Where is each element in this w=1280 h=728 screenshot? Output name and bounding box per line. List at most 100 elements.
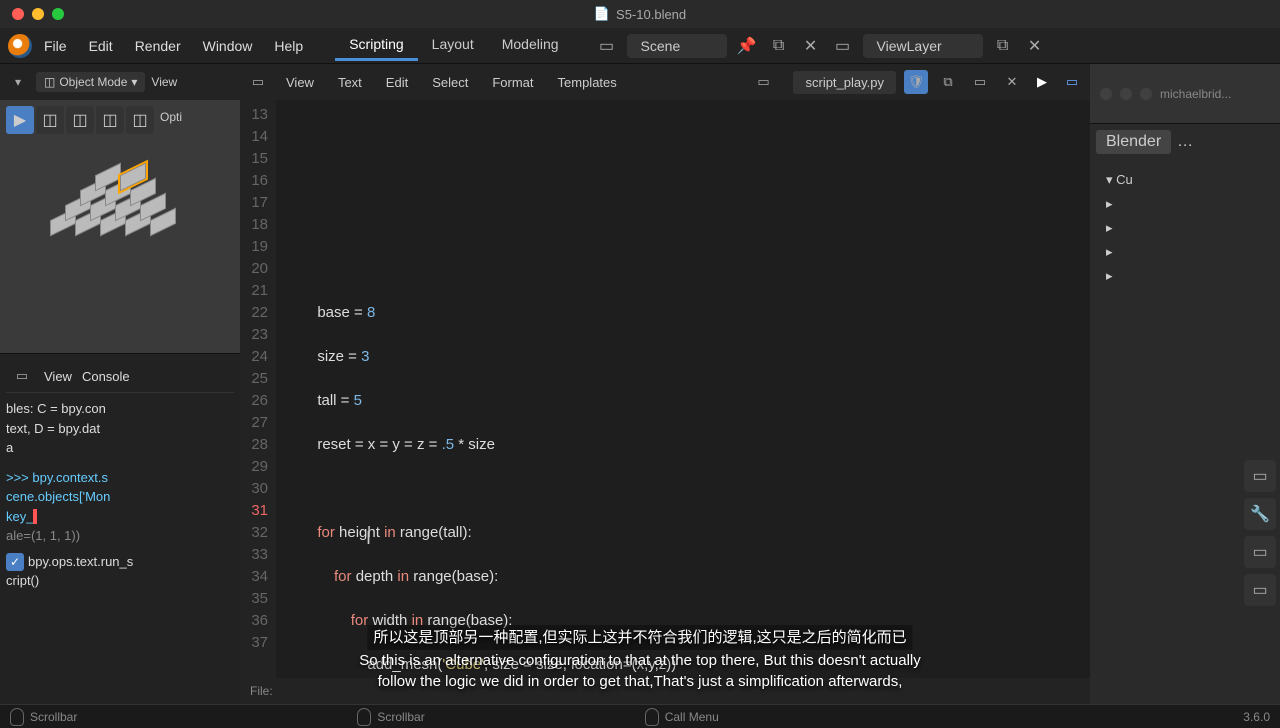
text-editor-type-icon[interactable]: ▭ [246, 70, 270, 94]
console-console-menu[interactable]: Console [82, 369, 130, 384]
status-scrollbar: Scrollbar [30, 710, 77, 724]
script-name-field[interactable]: script_play.py [793, 71, 896, 94]
scene-name-field[interactable]: Scene [627, 34, 727, 58]
subtitle-chinese: 所以这是顶部另一种配置,但实际上这并不符合我们的逻辑,这只是之后的简化而已 [367, 625, 912, 650]
console-output: cript() [6, 571, 234, 591]
chevron-down-icon: ▾ [131, 75, 137, 89]
object-icon: ◫ [44, 75, 55, 89]
console-output: ale=(1, 1, 1)) [6, 526, 234, 546]
menu-help[interactable]: Help [264, 32, 313, 60]
shield-icon[interactable]: 🛡 [904, 70, 928, 94]
maximize-window-button[interactable] [52, 8, 64, 20]
outliner-item[interactable]: ▾ Cu [1098, 168, 1272, 192]
mouse-icon [10, 708, 24, 726]
editor-edit-menu[interactable]: Edit [378, 71, 416, 94]
editor-view-menu[interactable]: View [278, 71, 322, 94]
editor-templates-menu[interactable]: Templates [550, 71, 625, 94]
console-view-menu[interactable]: View [44, 369, 72, 384]
console-output: a [6, 438, 234, 458]
main-menubar: File Edit Render Window Help Scripting L… [0, 28, 1280, 64]
bg-close-icon [1100, 88, 1112, 100]
menu-window[interactable]: Window [193, 32, 263, 60]
browse-text-icon[interactable]: ▭ [751, 70, 775, 94]
scale-tool[interactable]: ◫ [126, 106, 154, 134]
app-tag[interactable]: Blender [1096, 130, 1171, 154]
more-icon[interactable]: … [1177, 133, 1193, 151]
text-cursor: I [366, 527, 368, 563]
copy-viewlayer-icon[interactable]: ⧉ [991, 34, 1015, 58]
rotate-tool[interactable]: ◫ [96, 106, 124, 134]
copy-scene-icon[interactable]: ⧉ [767, 34, 791, 58]
version-label: 3.6.0 [1243, 710, 1270, 724]
mouse-icon [645, 708, 659, 726]
mode-label: Object Mode [59, 75, 127, 89]
menu-edit[interactable]: Edit [79, 32, 123, 60]
status-scrollbar: Scrollbar [377, 710, 424, 724]
tab-modeling[interactable]: Modeling [488, 30, 573, 61]
code-content[interactable]: base = 8 size = 3 tall = 5 reset = x = y… [276, 100, 1090, 678]
console-output: bles: C = bpy.con [6, 399, 234, 419]
window-title: S5-10.blend [616, 7, 686, 22]
delete-scene-icon[interactable]: ✕ [799, 34, 823, 58]
editor-format-menu[interactable]: Format [484, 71, 541, 94]
outliner-row[interactable]: ▸ [1098, 240, 1272, 264]
properties-tab-icon[interactable]: ▭ [1244, 460, 1276, 492]
outliner-row[interactable]: ▸ [1098, 264, 1272, 288]
chevron-down-icon: ▾ [1106, 172, 1113, 187]
console-prompt: >>> bpy.context.s [6, 470, 108, 485]
close-window-button[interactable] [12, 8, 24, 20]
file-icon: 📄 [594, 6, 610, 22]
console-output: text, D = bpy.dat [6, 419, 234, 439]
console-cursor [33, 509, 37, 524]
console-editor-icon[interactable]: ▭ [10, 364, 34, 388]
close-text-icon[interactable]: ✕ [1000, 70, 1024, 94]
viewlayer-field[interactable]: ViewLayer [863, 34, 983, 58]
text-editor-header: ▭ View Text Edit Select Format Templates… [240, 64, 1090, 100]
background-window-title: michaelbrid... [1160, 87, 1231, 101]
outliner-row[interactable]: ▸ [1098, 216, 1272, 240]
move-tool[interactable]: ◫ [66, 106, 94, 134]
menu-file[interactable]: File [34, 32, 77, 60]
line-gutter: 13141516 17181920 21222324 25262728 2930… [240, 100, 276, 678]
screen-icon[interactable]: ▭ [1244, 574, 1276, 606]
window-titlebar: 📄 S5-10.blend [0, 0, 1280, 28]
options-label[interactable]: Opti [156, 106, 186, 134]
pin-icon[interactable]: 📌 [735, 34, 759, 58]
scene-browse-icon[interactable]: ▭ [595, 34, 619, 58]
mode-selector[interactable]: ◫ Object Mode ▾ [36, 72, 145, 92]
code-editor[interactable]: 13141516 17181920 21222324 25262728 2930… [240, 100, 1090, 678]
sidebar-toggle-icon[interactable]: ▭ [1060, 70, 1084, 94]
console-output: bpy.ops.text.run_s [28, 554, 133, 569]
wrench-icon[interactable]: 🔧 [1244, 498, 1276, 530]
image-icon[interactable]: ▭ [1244, 536, 1276, 568]
console-input[interactable]: cene.objects['Mon [6, 487, 234, 507]
pyramid-mesh[interactable] [40, 144, 200, 304]
subtitle-english-1: So this is an alternative configuration … [166, 650, 1113, 671]
editor-select-menu[interactable]: Select [424, 71, 476, 94]
copy-text-icon[interactable]: ⧉ [936, 70, 960, 94]
viewport-view-menu[interactable]: View [151, 75, 177, 89]
tab-layout[interactable]: Layout [418, 30, 488, 61]
bg-max-icon [1140, 88, 1152, 100]
editor-text-menu[interactable]: Text [330, 71, 370, 94]
delete-viewlayer-icon[interactable]: ✕ [1023, 34, 1047, 58]
unlink-text-icon[interactable]: ▭ [968, 70, 992, 94]
subtitle-english-2: follow the logic we did in order to get … [166, 671, 1113, 692]
outliner-row[interactable]: ▸ [1098, 192, 1272, 216]
bg-min-icon [1120, 88, 1132, 100]
minimize-window-button[interactable] [32, 8, 44, 20]
menu-render[interactable]: Render [125, 32, 191, 60]
check-icon: ✓ [6, 553, 24, 571]
video-subtitle: 所以这是顶部另一种配置,但实际上这并不符合我们的逻辑,这只是之后的简化而已 So… [166, 625, 1113, 692]
mouse-icon [357, 708, 371, 726]
tab-scripting[interactable]: Scripting [335, 30, 417, 61]
cursor-tool[interactable]: ◫ [36, 106, 64, 134]
status-bar: Scrollbar Scrollbar Call Menu 3.6.0 [0, 704, 1280, 728]
run-script-button[interactable]: ▶ [1032, 72, 1052, 92]
viewlayer-browse-icon[interactable]: ▭ [831, 34, 855, 58]
blender-logo-icon[interactable] [8, 34, 32, 58]
3d-viewport[interactable]: ▾ ◫ Object Mode ▾ View ▶ ◫ ◫ ◫ ◫ Opti [0, 64, 240, 354]
editor-type-icon[interactable]: ▾ [6, 70, 30, 94]
select-tool[interactable]: ▶ [6, 106, 34, 134]
right-sidebar: michaelbrid... Blender … ▾ Cu ▸ ▸ ▸ ▸ ▭ … [1090, 64, 1280, 704]
